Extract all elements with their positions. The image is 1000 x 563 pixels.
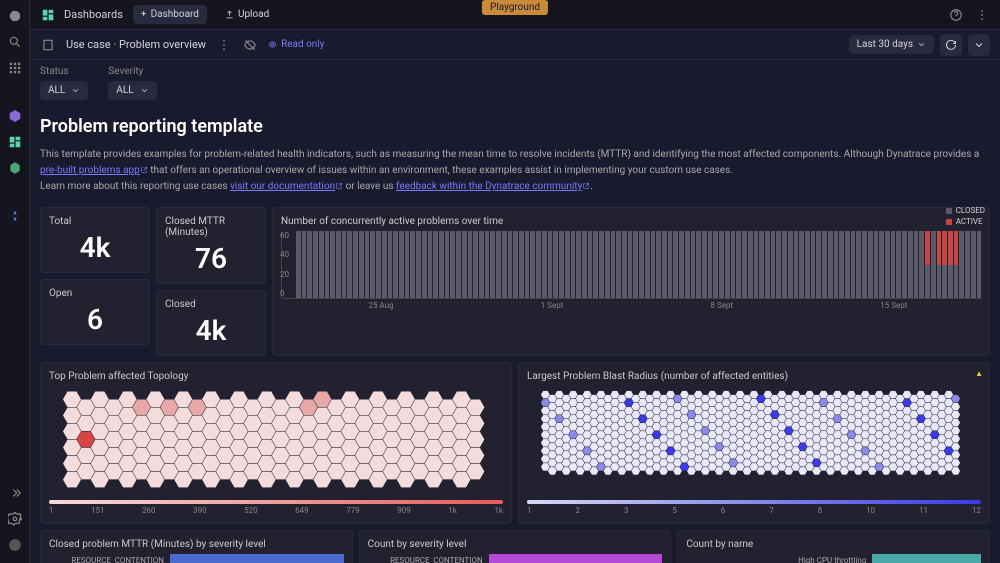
kpi-open[interactable]: Open 6	[40, 279, 150, 345]
external-link-icon	[140, 166, 148, 174]
color-scale	[49, 500, 503, 504]
playground-badge: Playground	[482, 0, 548, 15]
external-link-icon	[335, 182, 343, 190]
nav-hex-icon[interactable]	[7, 160, 23, 176]
page-icon	[40, 37, 56, 53]
filter-bar: Status ALL Severity ALL	[30, 60, 1000, 106]
avatar-icon[interactable]	[7, 537, 23, 553]
chevron-down-icon	[71, 86, 80, 95]
page-title: Use case · Problem overview	[66, 38, 206, 51]
nav-dashboard-icon[interactable]	[7, 134, 23, 150]
color-scale	[527, 500, 981, 504]
hide-icon[interactable]	[242, 37, 258, 53]
breadcrumb-label[interactable]: Dashboards	[64, 8, 123, 21]
chevron-down-icon	[140, 86, 149, 95]
upload-icon	[225, 10, 234, 19]
sub-bar: Use case · Problem overview Read only La…	[30, 30, 1000, 60]
kpi-closed[interactable]: Closed 4k	[156, 290, 266, 356]
kpi-closed-mttr[interactable]: Closed MTTR (Minutes) 76	[156, 207, 266, 284]
more-icon[interactable]	[974, 7, 990, 23]
description: This template provides examples for prob…	[40, 147, 990, 195]
nav-misc-icon[interactable]	[7, 208, 23, 224]
external-link-icon	[582, 182, 590, 190]
hex-blast-radius-chart[interactable]: Largest Problem Blast Radius (number of …	[518, 362, 990, 524]
=[interactable]: Closed problem MTTR (Minutes) by severit…	[40, 530, 353, 563]
logo-icon[interactable]	[7, 8, 23, 24]
chevron-down-icon	[917, 40, 926, 49]
expand-icon[interactable]	[7, 485, 23, 501]
search-icon[interactable]	[7, 34, 23, 50]
severity-filter-label: Severity	[108, 66, 156, 77]
plus-icon: +	[141, 9, 147, 20]
count-severity-chart[interactable]: Count by severity level RESOURCE_CONTENT…	[359, 530, 672, 563]
apps-icon[interactable]	[7, 60, 23, 76]
settings-icon[interactable]	[7, 511, 23, 527]
eye-icon	[268, 40, 277, 49]
hex-topology-chart[interactable]: Top Problem affected Topology 1151260390…	[40, 362, 512, 524]
expand-button[interactable]	[968, 34, 990, 56]
link-docs[interactable]: visit our documentation	[230, 181, 335, 192]
chart-legend: CLOSEDACTIVE	[946, 206, 985, 226]
add-dashboard-button[interactable]: + Dashboard	[133, 5, 207, 24]
status-filter-dropdown[interactable]: ALL	[40, 81, 88, 100]
count-name-chart[interactable]: Count by name High CPU throttlingBrowser…	[677, 530, 990, 563]
help-icon[interactable]	[948, 7, 964, 23]
upload-button[interactable]: Upload	[217, 5, 277, 24]
status-filter-label: Status	[40, 66, 88, 77]
link-feedback[interactable]: feedback within the Dynatrace community	[396, 181, 582, 192]
link-prebuilt-app[interactable]: pre-built problems app	[40, 165, 140, 176]
main-heading: Problem reporting template	[40, 116, 990, 137]
kpi-total[interactable]: Total 4k	[40, 207, 150, 273]
readonly-badge: Read only	[268, 39, 324, 50]
timeseries-chart[interactable]: Number of concurrently active problems o…	[272, 207, 990, 356]
severity-filter-dropdown[interactable]: ALL	[108, 81, 156, 100]
time-range-dropdown[interactable]: Last 30 days	[849, 35, 934, 54]
page-more-icon[interactable]	[216, 37, 232, 53]
dashboard-breadcrumb-icon	[40, 7, 56, 23]
refresh-button[interactable]	[940, 34, 962, 56]
left-nav-rail	[0, 0, 30, 563]
top-bar: Dashboards + Dashboard Upload Playground	[30, 0, 1000, 30]
nav-cube-icon[interactable]	[7, 108, 23, 124]
